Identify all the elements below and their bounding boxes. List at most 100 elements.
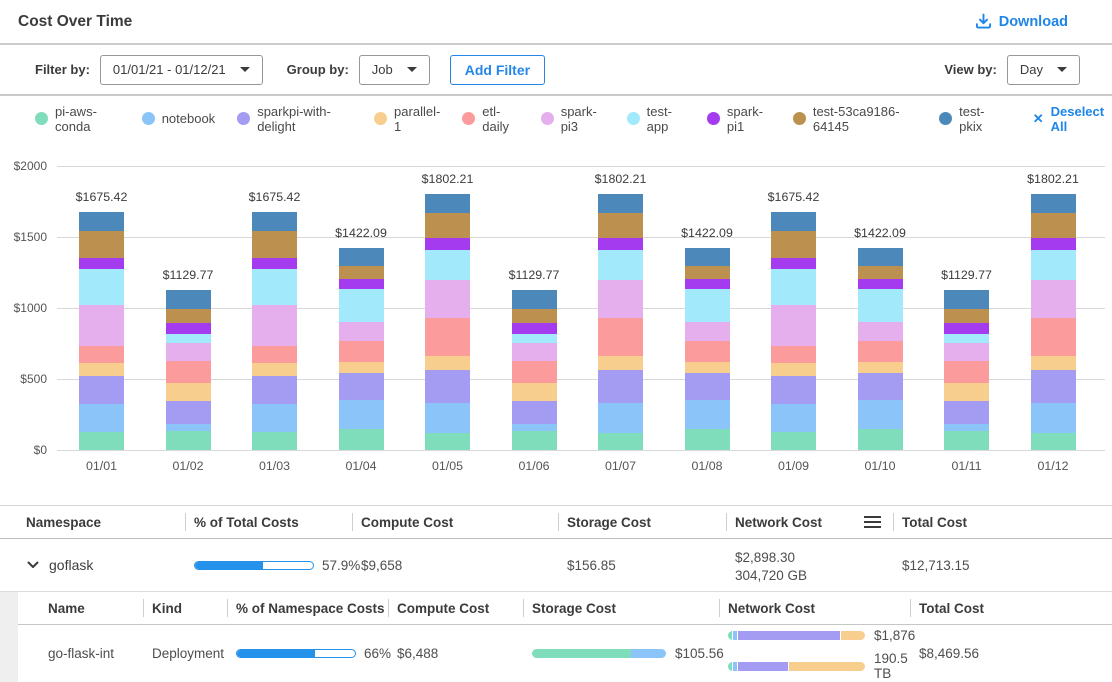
- bar-segment-pi-aws-conda[interactable]: [79, 432, 124, 450]
- bar-segment-etl-daily[interactable]: [1031, 318, 1076, 356]
- bar-segment-test-pkix[interactable]: [512, 290, 557, 309]
- bar-segment-test-53ca9186-64145[interactable]: [339, 266, 384, 279]
- bar-segment-test-53ca9186-64145[interactable]: [598, 213, 643, 238]
- bar-segment-spark-pi1[interactable]: [512, 323, 557, 334]
- bar-segment-test-53ca9186-64145[interactable]: [858, 266, 903, 279]
- bar-segment-spark-pi3[interactable]: [166, 343, 211, 361]
- bar-segment-test-app[interactable]: [944, 334, 989, 343]
- bar-segment-test-pkix[interactable]: [425, 194, 470, 213]
- bar-segment-spark-pi3[interactable]: [771, 305, 816, 347]
- bar-segment-pi-aws-conda[interactable]: [339, 429, 384, 450]
- bar-segment-test-app[interactable]: [1031, 250, 1076, 279]
- bar-segment-spark-pi3[interactable]: [1031, 280, 1076, 318]
- legend-item-test-app[interactable]: test-app: [627, 104, 685, 134]
- bar-segment-test-pkix[interactable]: [858, 248, 903, 266]
- bar-segment-test-pkix[interactable]: [339, 248, 384, 266]
- bar-segment-pi-aws-conda[interactable]: [598, 433, 643, 450]
- legend-item-parallel-1[interactable]: parallel-1: [374, 104, 440, 134]
- bar-segment-spark-pi3[interactable]: [339, 322, 384, 341]
- download-button[interactable]: Download: [975, 13, 1068, 30]
- bar-segment-etl-daily[interactable]: [425, 318, 470, 356]
- date-range-select[interactable]: 01/01/21 - 01/12/21: [100, 55, 263, 85]
- bar-segment-spark-pi1[interactable]: [425, 238, 470, 250]
- bar-segment-notebook[interactable]: [685, 400, 730, 430]
- bar-segment-test-53ca9186-64145[interactable]: [252, 231, 297, 259]
- legend-item-spark-pi1[interactable]: spark-pi1: [707, 104, 771, 134]
- bar-segment-pi-aws-conda[interactable]: [685, 429, 730, 450]
- bar-segment-parallel-1[interactable]: [166, 383, 211, 401]
- bar-segment-parallel-1[interactable]: [425, 356, 470, 370]
- bar-segment-etl-daily[interactable]: [858, 341, 903, 362]
- bar-segment-test-app[interactable]: [79, 269, 124, 305]
- bar-segment-notebook[interactable]: [858, 400, 903, 430]
- bar-segment-test-53ca9186-64145[interactable]: [1031, 213, 1076, 238]
- bar-segment-test-app[interactable]: [252, 269, 297, 305]
- bar-segment-parallel-1[interactable]: [598, 356, 643, 370]
- bar-segment-test-pkix[interactable]: [79, 212, 124, 230]
- bar-segment-spark-pi3[interactable]: [858, 322, 903, 341]
- bar-segment-parallel-1[interactable]: [512, 383, 557, 401]
- bar-segment-etl-daily[interactable]: [598, 318, 643, 356]
- bar-segment-etl-daily[interactable]: [944, 361, 989, 383]
- bar-segment-notebook[interactable]: [425, 403, 470, 433]
- bar-segment-sparkpi-with-delight[interactable]: [339, 373, 384, 399]
- bar-segment-spark-pi3[interactable]: [79, 305, 124, 347]
- bar-segment-etl-daily[interactable]: [166, 361, 211, 383]
- bar-segment-spark-pi1[interactable]: [252, 258, 297, 269]
- bar-segment-spark-pi1[interactable]: [79, 258, 124, 269]
- bar-segment-test-app[interactable]: [512, 334, 557, 343]
- bar-segment-test-pkix[interactable]: [598, 194, 643, 213]
- bar-segment-test-53ca9186-64145[interactable]: [685, 266, 730, 279]
- bar-segment-etl-daily[interactable]: [79, 346, 124, 363]
- view-by-select[interactable]: Day: [1007, 55, 1080, 85]
- legend-item-spark-pi3[interactable]: spark-pi3: [541, 104, 605, 134]
- bar-segment-pi-aws-conda[interactable]: [944, 431, 989, 450]
- bar-segment-test-app[interactable]: [598, 250, 643, 279]
- bar-segment-etl-daily[interactable]: [339, 341, 384, 362]
- bar-segment-spark-pi1[interactable]: [685, 279, 730, 289]
- bar-segment-parallel-1[interactable]: [685, 362, 730, 374]
- bar-segment-notebook[interactable]: [339, 400, 384, 430]
- legend-item-test-53ca9186-64145[interactable]: test-53ca9186-64145: [793, 104, 917, 134]
- deselect-all-button[interactable]: ✕Deselect All: [1033, 104, 1112, 134]
- bar-segment-spark-pi1[interactable]: [944, 323, 989, 334]
- bar-segment-parallel-1[interactable]: [1031, 356, 1076, 370]
- bar-segment-etl-daily[interactable]: [252, 346, 297, 363]
- bar-segment-spark-pi1[interactable]: [1031, 238, 1076, 250]
- bar-segment-test-app[interactable]: [858, 289, 903, 323]
- bar-segment-test-pkix[interactable]: [166, 290, 211, 309]
- bar-segment-pi-aws-conda[interactable]: [512, 431, 557, 450]
- bar-segment-pi-aws-conda[interactable]: [1031, 433, 1076, 450]
- bar-segment-sparkpi-with-delight[interactable]: [685, 373, 730, 399]
- bar-segment-spark-pi1[interactable]: [858, 279, 903, 289]
- bar-segment-test-53ca9186-64145[interactable]: [166, 309, 211, 323]
- bar-segment-notebook[interactable]: [598, 403, 643, 433]
- bar-segment-test-53ca9186-64145[interactable]: [425, 213, 470, 238]
- bar-segment-sparkpi-with-delight[interactable]: [252, 376, 297, 404]
- legend-item-etl-daily[interactable]: etl-daily: [462, 104, 518, 134]
- bar-segment-spark-pi3[interactable]: [512, 343, 557, 361]
- bar-segment-spark-pi3[interactable]: [425, 280, 470, 318]
- bar-segment-test-app[interactable]: [685, 289, 730, 323]
- bar-segment-etl-daily[interactable]: [685, 341, 730, 362]
- bar-segment-spark-pi1[interactable]: [339, 279, 384, 289]
- bar-segment-test-53ca9186-64145[interactable]: [944, 309, 989, 323]
- bar-segment-spark-pi1[interactable]: [166, 323, 211, 334]
- bar-segment-test-pkix[interactable]: [685, 248, 730, 266]
- bar-segment-test-app[interactable]: [425, 250, 470, 279]
- bar-segment-spark-pi3[interactable]: [944, 343, 989, 361]
- bar-segment-spark-pi1[interactable]: [771, 258, 816, 269]
- chevron-down-icon[interactable]: [26, 558, 40, 572]
- bar-segment-notebook[interactable]: [79, 404, 124, 432]
- add-filter-button[interactable]: Add Filter: [450, 55, 545, 85]
- bar-segment-spark-pi3[interactable]: [685, 322, 730, 341]
- bar-segment-sparkpi-with-delight[interactable]: [1031, 370, 1076, 402]
- column-settings-icon[interactable]: [864, 516, 881, 528]
- bar-segment-parallel-1[interactable]: [339, 362, 384, 374]
- bar-segment-sparkpi-with-delight[interactable]: [425, 370, 470, 402]
- bar-segment-spark-pi3[interactable]: [252, 305, 297, 347]
- legend-item-pi-aws-conda[interactable]: pi-aws-conda: [35, 104, 120, 134]
- bar-segment-spark-pi1[interactable]: [598, 238, 643, 250]
- bar-segment-sparkpi-with-delight[interactable]: [166, 401, 211, 425]
- bar-segment-notebook[interactable]: [1031, 403, 1076, 433]
